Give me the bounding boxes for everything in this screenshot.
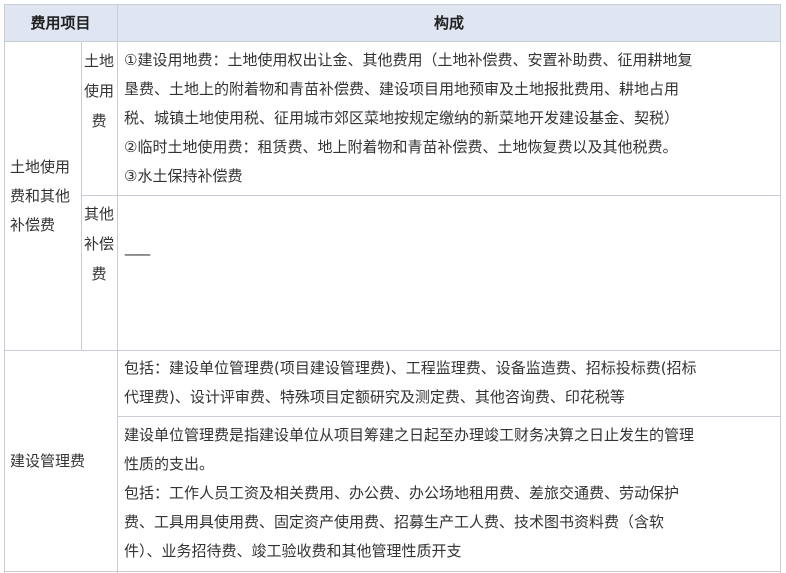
mgmt-fee-includes: 包括：建设单位管理费(项目建设管理费)、工程监理费、设备监造费、招标投标费(招标… xyxy=(124,354,776,412)
mgmt-part1-line-2: 代理费)、设计评审费、特殊项目定额研究及测定费、其他咨询费、印花税等 xyxy=(124,388,625,406)
mgmt-part2-line-4: 费、工具用具使用费、固定资产使用费、招募生产工人费、技术图书资料费（含软 xyxy=(124,513,665,531)
land-line-2: 垦费、土地上的附着物和青苗补偿费、建设项目用地预审及土地报批费用、耕地占用 xyxy=(124,80,680,98)
sub-label-other-compensation: 其他补偿费 xyxy=(83,205,114,283)
land-use-fee-content: ①建设用地费：土地使用权出让金、其他费用（土地补偿费、安置补助费、征用耕地复 垦… xyxy=(124,46,776,191)
other-compensation-value: —— xyxy=(124,245,151,263)
border-row-separator xyxy=(4,350,781,351)
land-line-4: ②临时土地使用费：租赁费、地上附着物和青苗补偿费、土地恢复费以及其他税费。 xyxy=(124,138,678,156)
border-top xyxy=(4,4,781,5)
border-left xyxy=(4,4,5,573)
group-label-construction-mgmt: 建设管理费 xyxy=(10,452,86,470)
cost-table: 费用项目 构成 土地使用费和其他补偿费 土地使用费 其他补偿费 ①建设用地费：土… xyxy=(0,0,786,573)
land-line-3: 税、城镇土地使用税、征用城市郊区菜地按规定缴纳的新菜地开发建设基金、契税） xyxy=(124,109,680,127)
land-line-1: ①建设用地费：土地使用权出让金、其他费用（土地补偿费、安置补助费、征用耕地复 xyxy=(124,51,693,69)
header-item: 费用项目 xyxy=(30,14,91,32)
land-line-5: ③水土保持补偿费 xyxy=(124,167,243,185)
mgmt-fee-definition: 建设单位管理费是指建设单位从项目筹建之日起至办理竣工财务决算之日止发生的管理 性… xyxy=(124,421,776,566)
mgmt-part2-line-1: 建设单位管理费是指建设单位从项目筹建之日起至办理竣工财务决算之日止发生的管理 xyxy=(124,426,695,444)
border-header-divider xyxy=(117,4,118,41)
border-row2-split xyxy=(117,416,781,417)
border-subrow xyxy=(81,195,781,196)
group-label-land: 土地使用费和其他补偿费 xyxy=(10,153,80,240)
sub-label-land-use-fee: 土地使用费 xyxy=(83,52,114,130)
border-content-divider xyxy=(117,41,118,573)
header-composition: 构成 xyxy=(433,14,464,32)
border-header-bottom xyxy=(4,41,781,42)
mgmt-part2-line-2: 性质的支出。 xyxy=(124,455,215,473)
border-bottom xyxy=(4,571,781,572)
mgmt-part2-line-5: 件）、业务招待费、竣工验收费和其他管理性质开支 xyxy=(124,542,462,560)
mgmt-part2-line-3: 包括：工作人员工资及相关费用、办公费、办公场地租用费、差旅交通费、劳动保护 xyxy=(124,484,680,502)
border-right xyxy=(780,4,781,573)
group-label-land-text: 土地使用费和其他补偿费 xyxy=(10,158,71,234)
mgmt-part1-line-1: 包括：建设单位管理费(项目建设管理费)、工程监理费、设备监造费、招标投标费(招标 xyxy=(124,359,697,377)
